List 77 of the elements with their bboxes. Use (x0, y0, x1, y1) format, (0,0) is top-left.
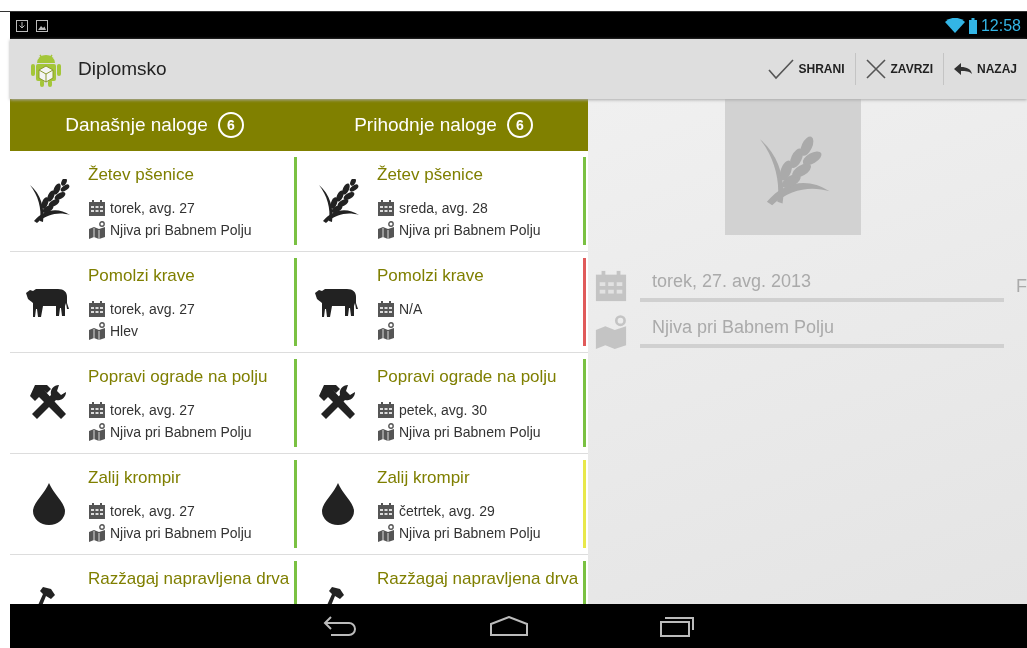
calendar-icon (88, 199, 106, 217)
task-item[interactable]: Pomolzi krave torek, avg. 27 Hlev (10, 258, 299, 346)
map-icon (377, 221, 395, 239)
calendar-icon (377, 502, 395, 520)
map-icon (88, 322, 106, 340)
task-date: torek, avg. 27 (110, 503, 195, 519)
calendar-icon (88, 502, 106, 520)
task-item[interactable]: Žetev pšenice torek, avg. 27 Njiva pri Babnem Polju (10, 157, 299, 245)
task-title: Pomolzi krave (377, 266, 485, 286)
task-date: sreda, avg. 28 (399, 200, 488, 216)
map-icon (88, 524, 106, 542)
task-title: Žetev pšenice (88, 165, 195, 185)
map-icon (377, 524, 395, 542)
task-title: Pomolzi krave (88, 266, 196, 286)
calendar-icon (88, 401, 106, 419)
back-arrow-icon (954, 62, 972, 76)
task-item[interactable]: Zalij krompir četrtek, avg. 29 Njiva pri Babnem Polju (299, 460, 588, 548)
download-icon (16, 19, 28, 32)
task-date: torek, avg. 27 (110, 200, 195, 216)
calendar-icon (377, 199, 395, 217)
task-title: Popravi ograde na polju (88, 367, 269, 387)
task-location: Njiva pri Babnem Polju (110, 525, 252, 541)
task-item[interactable]: Popravi ograde na polju torek, avg. 27 Njiva pri Babnem Polju (10, 359, 299, 447)
task-date: petek, avg. 30 (399, 402, 487, 418)
map-icon (377, 423, 395, 441)
task-location: Njiva pri Babnem Polju (399, 222, 541, 238)
cow-icon (26, 287, 72, 317)
field-label: F (1016, 275, 1027, 297)
calendar-icon (88, 300, 106, 318)
map-icon (88, 423, 106, 441)
map-icon (88, 221, 106, 239)
discard-button[interactable]: ZAVRZI (855, 39, 943, 99)
app-title: Diplomsko (78, 58, 167, 80)
task-location: Njiva pri Babnem Polju (110, 222, 252, 238)
count-badge: 6 (506, 112, 533, 138)
task-title: Razžagaj napravljena drva (377, 569, 580, 589)
task-location: Hlev (110, 323, 138, 339)
save-button[interactable]: SHRANI (757, 39, 855, 99)
recent-apps-icon[interactable] (658, 615, 695, 637)
task-location: Njiva pri Babnem Polju (399, 424, 541, 440)
task-date: torek, avg. 27 (110, 301, 195, 317)
task-title: Zalij krompir (88, 468, 182, 488)
task-title: Razžagaj napravljena drva (88, 569, 291, 589)
water-drop-icon (322, 483, 354, 525)
task-title: Popravi ograde na polju (377, 367, 558, 387)
task-item[interactable]: Pomolzi krave N/A (299, 258, 588, 346)
task-item[interactable]: Žetev pšenice sreda, avg. 28 Njiva pri Babnem Polju (299, 157, 588, 245)
task-location: Njiva pri Babnem Polju (399, 525, 541, 541)
task-item[interactable]: Razžagaj napravljena drva (10, 561, 299, 604)
home-icon[interactable] (488, 616, 529, 636)
calendar-icon (594, 269, 628, 303)
back-icon[interactable] (322, 615, 359, 637)
task-title: Žetev pšenice (377, 165, 484, 185)
task-date: četrtek, avg. 29 (399, 503, 495, 519)
map-icon (377, 322, 395, 340)
calendar-icon (377, 300, 395, 318)
check-icon (767, 58, 794, 80)
list-title: Prihodnje naloge (354, 114, 497, 136)
list-title: Današnje naloge (65, 114, 208, 136)
back-button[interactable]: NAZAJ (944, 39, 1027, 99)
calendar-icon (377, 401, 395, 419)
task-item[interactable]: Zalij krompir torek, avg. 27 Njiva pri Babnem Polju (10, 460, 299, 548)
map-icon (594, 315, 628, 349)
task-item[interactable]: Popravi ograde na polju petek, avg. 30 Njiva pri Babnem Polju (299, 359, 588, 447)
close-icon (865, 59, 886, 79)
clock-time: 12:58 (980, 16, 1021, 35)
battery-icon (968, 17, 977, 34)
task-date: torek, avg. 27 (110, 402, 195, 418)
task-location: Njiva pri Babnem Polju (110, 424, 252, 440)
task-title: Zalij krompir (377, 468, 471, 488)
image-icon (36, 19, 48, 32)
task-item[interactable]: Razžagaj napravljena drva (299, 561, 588, 604)
cow-icon (315, 287, 361, 317)
count-badge: 6 (217, 112, 244, 138)
task-date: N/A (399, 301, 423, 317)
wifi-icon (944, 18, 965, 33)
water-drop-icon (33, 483, 65, 525)
